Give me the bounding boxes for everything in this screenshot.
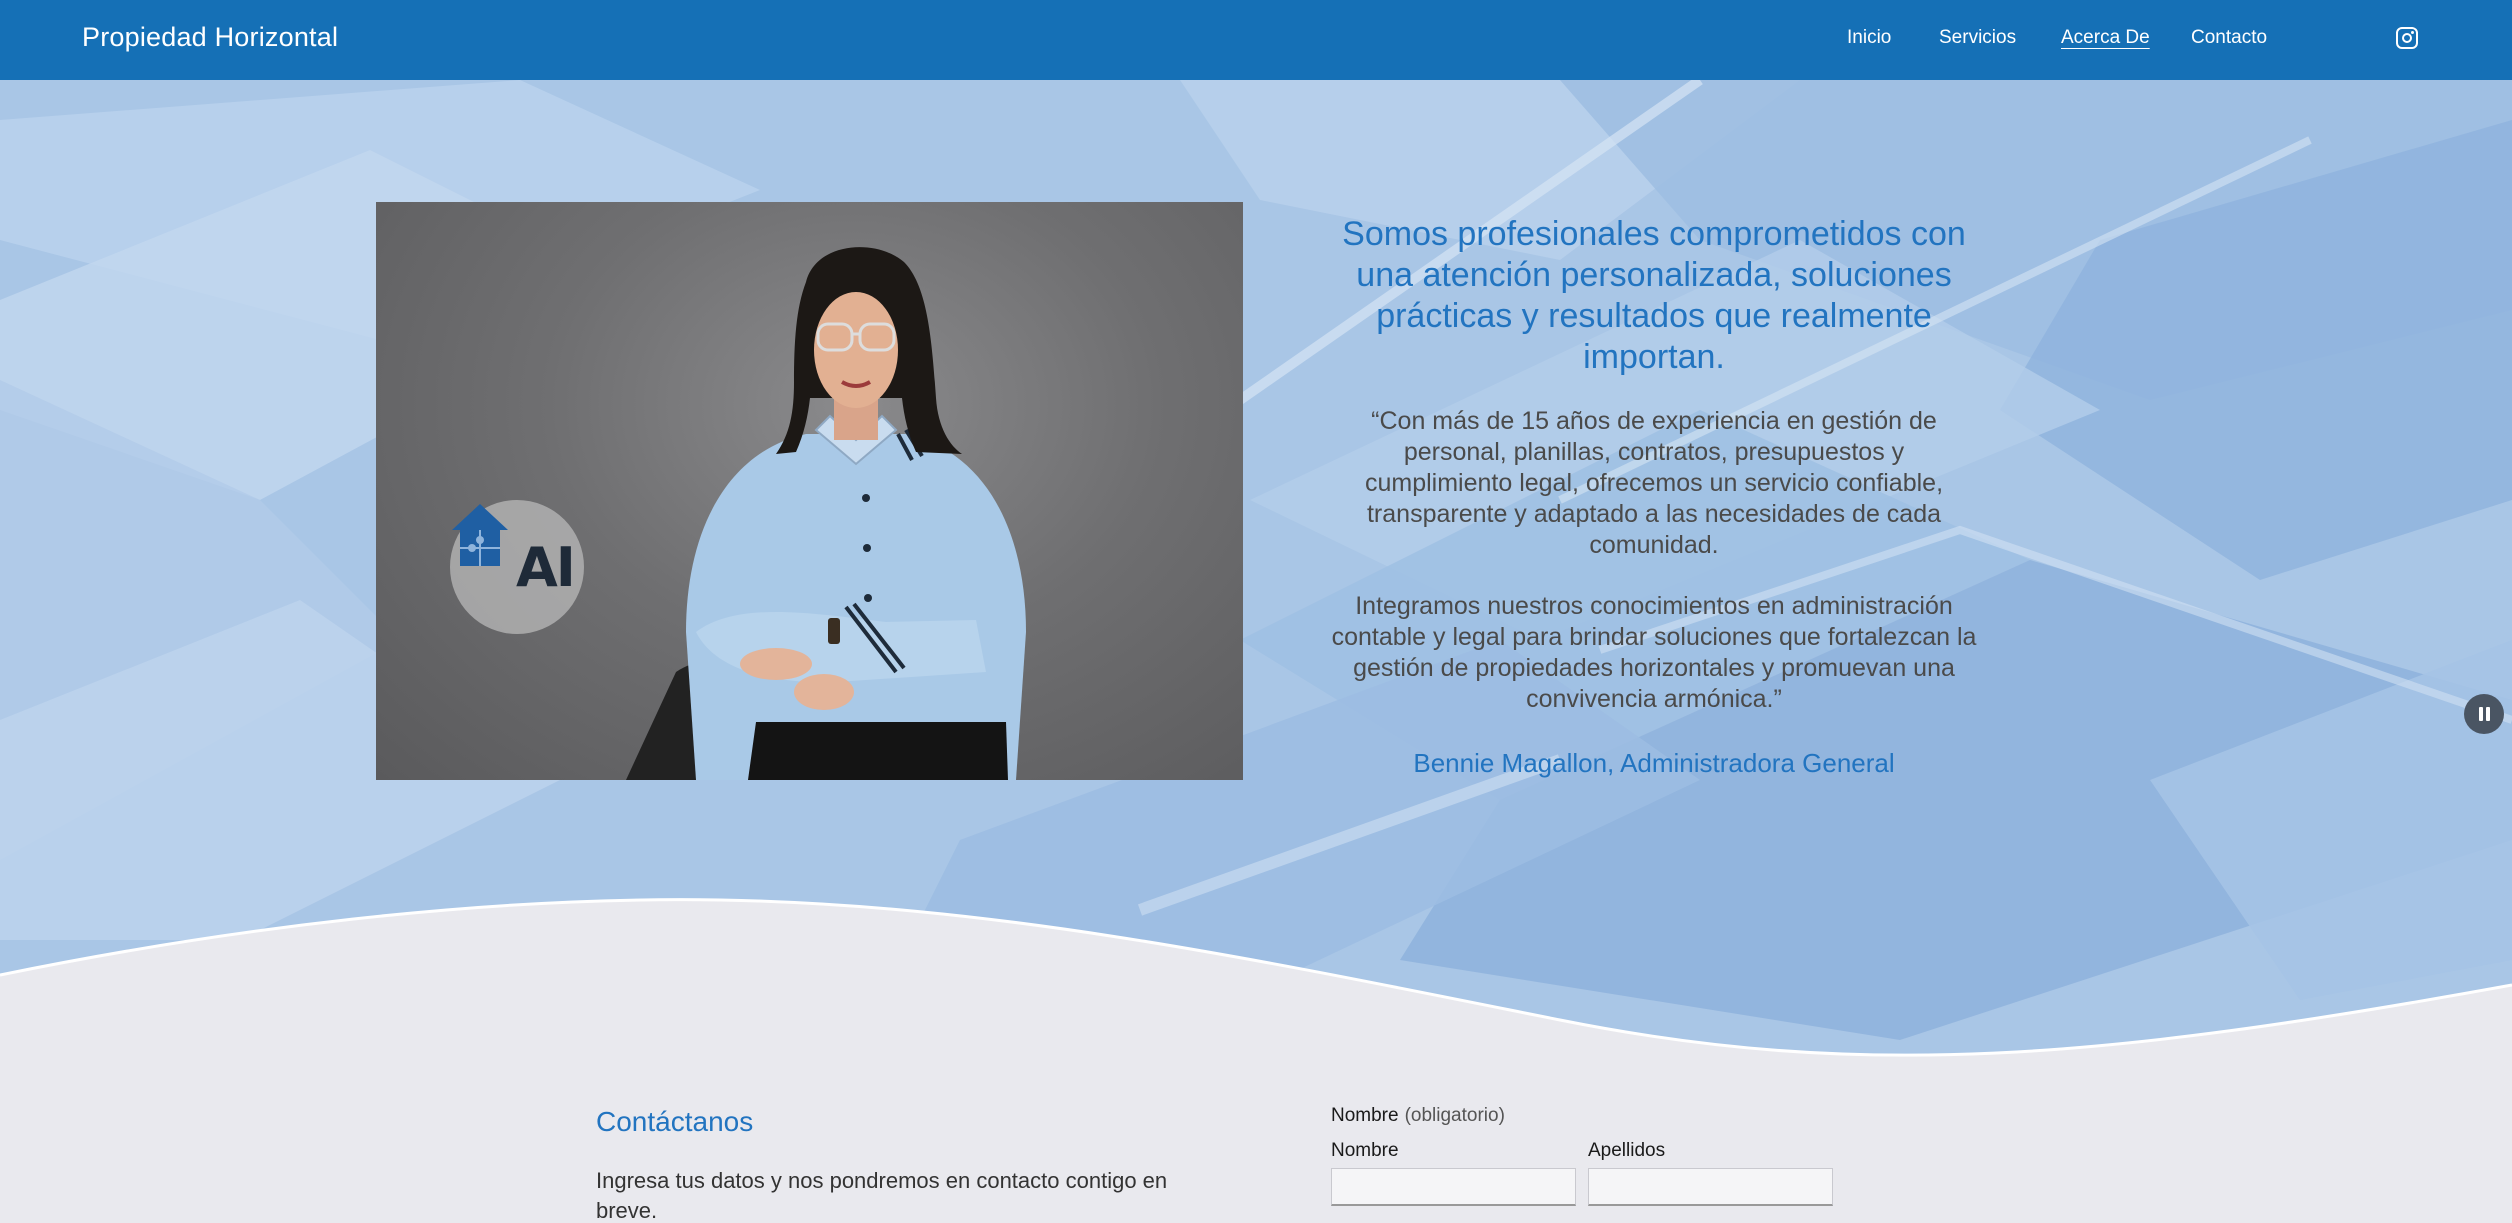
about-text: Somos profesionales comprometidos con un…	[1328, 214, 1980, 779]
about-paragraph-1: “Con más de 15 años de experiencia en ge…	[1364, 407, 1944, 559]
required-note: (obligatorio)	[1404, 1105, 1505, 1126]
profile-photo: AI	[376, 202, 1243, 780]
nav-acerca-de[interactable]: Acerca De	[2061, 27, 2150, 49]
nav-servicios[interactable]: Servicios	[1939, 27, 2016, 49]
about-signature: Bennie Magallon, Administradora General	[1413, 748, 1895, 778]
about-paragraph-2: Integramos nuestros conocimientos en adm…	[1331, 592, 1977, 713]
site-title[interactable]: Propiedad Horizontal	[82, 22, 338, 53]
last-name-label: Apellidos	[1588, 1140, 1666, 1161]
house-puzzle-icon	[452, 504, 508, 566]
first-name-label: Nombre	[1331, 1140, 1399, 1161]
name-label-text: Nombre	[1331, 1105, 1399, 1126]
about-headline: Somos profesionales comprometidos con un…	[1342, 215, 1966, 376]
pause-icon[interactable]	[2464, 694, 2504, 734]
contact-description: Ingresa tus datos y nos pondremos en con…	[596, 1168, 1168, 1223]
first-name-input[interactable]	[1331, 1168, 1576, 1206]
nav-inicio[interactable]: Inicio	[1847, 27, 1891, 49]
contact-title: Contáctanos	[596, 1106, 754, 1137]
about-hero: AI Somos profesionales comprometidos con…	[0, 80, 2512, 1080]
portrait-illustration	[626, 247, 1026, 780]
instagram-icon[interactable]	[2396, 27, 2418, 49]
company-logo-badge: AI	[450, 500, 584, 634]
nav-contacto[interactable]: Contacto	[2191, 27, 2267, 49]
name-field-label: Nombre (obligatorio)	[1331, 1105, 1505, 1127]
logo-text: AI	[516, 536, 576, 599]
site-header: Propiedad Horizontal Inicio Servicios Ac…	[0, 0, 2512, 80]
last-name-input[interactable]	[1588, 1168, 1833, 1206]
